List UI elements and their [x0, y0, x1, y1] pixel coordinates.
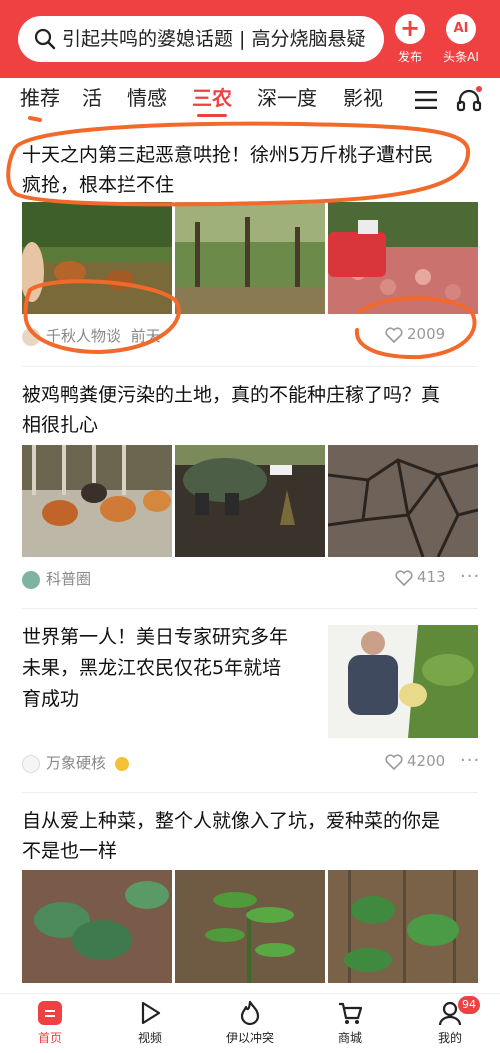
- search-suggestion-text: 引起共鸣的婆媳话题 | 高分烧脑悬疑: [62, 28, 366, 50]
- channel-menu-icon[interactable]: [415, 91, 437, 109]
- heart-icon: [395, 569, 413, 586]
- nav-hot-topic-label: 伊以冲突: [225, 1031, 274, 1045]
- title-line: 世界第一人！美日专家研究多年: [22, 626, 289, 648]
- article-image-peaches-on-ground[interactable]: [328, 202, 478, 314]
- heart-icon: [385, 753, 403, 770]
- publish-time: 前天: [130, 327, 161, 345]
- source-avatar: [22, 327, 40, 346]
- article-image-peach-trees[interactable]: [175, 202, 325, 314]
- nav-mall[interactable]: 商城: [310, 1000, 390, 1046]
- like-count[interactable]: 2009: [385, 325, 445, 343]
- source-avatar: [22, 570, 40, 589]
- article-meta: 千秋人物谈 前天: [22, 325, 161, 346]
- nav-video[interactable]: 视频: [110, 1000, 190, 1046]
- like-count[interactable]: 4200: [385, 752, 445, 770]
- search-icon: [34, 28, 56, 50]
- title-line: 育成功: [22, 688, 80, 710]
- nav-me[interactable]: 我的 94: [410, 996, 490, 1046]
- article-image-pumpkin-seedlings[interactable]: [22, 870, 172, 983]
- like-number: 413: [417, 568, 446, 586]
- article-image-chickens[interactable]: [22, 445, 172, 557]
- nav-home-label: 首页: [37, 1031, 62, 1045]
- nav-me-label: 我的: [437, 1031, 462, 1045]
- title-line: 未果，黑龙江农民仅花5年就培: [22, 657, 282, 679]
- source-name[interactable]: 万象硬核: [46, 754, 106, 772]
- article-title[interactable]: 被鸡鸭粪便污染的土地，真的不能种庄稼了吗？真 相很扎心: [22, 380, 440, 440]
- source-avatar: [22, 754, 40, 773]
- heart-icon: [385, 326, 403, 343]
- tab-recommend[interactable]: 推荐: [20, 84, 60, 112]
- play-icon: [141, 1001, 161, 1025]
- more-options-icon[interactable]: ···: [460, 566, 480, 587]
- divider: [22, 366, 478, 367]
- title-line: 十天之内第三起恶意哄抢！徐州5万斤桃子遭村民: [22, 144, 434, 166]
- tab-agriculture[interactable]: 三农: [192, 84, 232, 112]
- toutiao-ai-label: 头条AI: [443, 50, 479, 64]
- like-count[interactable]: 413: [395, 568, 446, 586]
- nav-mall-label: 商城: [337, 1031, 362, 1045]
- toutiao-ai-button[interactable]: AI 头条AI: [433, 14, 489, 70]
- tab-life[interactable]: 活: [82, 84, 102, 112]
- flame-icon: [240, 1000, 260, 1026]
- article-title[interactable]: 十天之内第三起恶意哄抢！徐州5万斤桃子遭村民 疯抢，根本拦不住: [22, 140, 433, 200]
- tab-emotion[interactable]: 情感: [127, 84, 167, 112]
- active-tab-indicator: [197, 114, 227, 117]
- channel-tabs: 推荐 活 情感 三农 深一度 影视: [0, 78, 500, 120]
- tab-in-depth[interactable]: 深一度: [257, 84, 317, 112]
- title-line: 自从爱上种菜，整个人就像入了坑，爱种菜的你是: [22, 810, 441, 832]
- article-image-farmer-digging[interactable]: [175, 445, 325, 557]
- article-meta: 万象硬核: [22, 752, 129, 773]
- more-options-icon[interactable]: ···: [460, 750, 480, 771]
- home-icon: [38, 1001, 62, 1025]
- title-line: 疯抢，根本拦不住: [22, 174, 175, 196]
- tab-film[interactable]: 影视: [343, 84, 383, 112]
- ai-icon: AI: [446, 14, 476, 44]
- article-image-pepper-plant[interactable]: [175, 870, 325, 983]
- article-meta: 科普圈: [22, 568, 91, 589]
- publish-label: 发布: [397, 50, 422, 64]
- nav-hot-topic[interactable]: 伊以冲突: [210, 1000, 290, 1046]
- publish-button[interactable]: + 发布: [382, 14, 438, 70]
- top-header: 引起共鸣的婆媳话题 | 高分烧脑悬疑 + 发布 AI 头条AI: [0, 0, 500, 78]
- article-image-cracked-earth[interactable]: [328, 445, 478, 557]
- divider: [22, 608, 478, 609]
- bottom-navigation: 首页 视频 伊以冲突 商城 我的 94: [0, 993, 500, 1053]
- divider: [22, 792, 478, 793]
- title-line: 相很扎心: [22, 414, 99, 436]
- like-number: 2009: [407, 325, 446, 343]
- article-image-chickens-orchard[interactable]: [22, 202, 172, 314]
- article-title[interactable]: 世界第一人！美日专家研究多年 未果，黑龙江农民仅花5年就培 育成功: [22, 622, 288, 715]
- article-image-farmer-with-melon[interactable]: [328, 625, 478, 738]
- article-image-vegetable-garden[interactable]: [328, 870, 478, 983]
- title-line: 不是也一样: [22, 840, 118, 862]
- plus-icon: +: [395, 14, 425, 44]
- nav-video-label: 视频: [137, 1031, 162, 1045]
- source-name[interactable]: 科普圈: [46, 570, 91, 588]
- title-line: 被鸡鸭粪便污染的土地，真的不能种庄稼了吗？真: [22, 384, 441, 406]
- article-title[interactable]: 自从爱上种菜，整个人就像入了坑，爱种菜的你是 不是也一样: [22, 806, 440, 866]
- verified-icon: [114, 756, 129, 771]
- notification-badge: 94: [458, 996, 480, 1014]
- like-number: 4200: [407, 752, 446, 770]
- shopping-cart-icon: [339, 1002, 363, 1024]
- source-name[interactable]: 千秋人物谈: [46, 327, 121, 345]
- headset-icon[interactable]: [455, 86, 483, 114]
- search-bar[interactable]: 引起共鸣的婆媳话题 | 高分烧脑悬疑: [18, 16, 384, 62]
- nav-home[interactable]: 首页: [10, 1000, 90, 1046]
